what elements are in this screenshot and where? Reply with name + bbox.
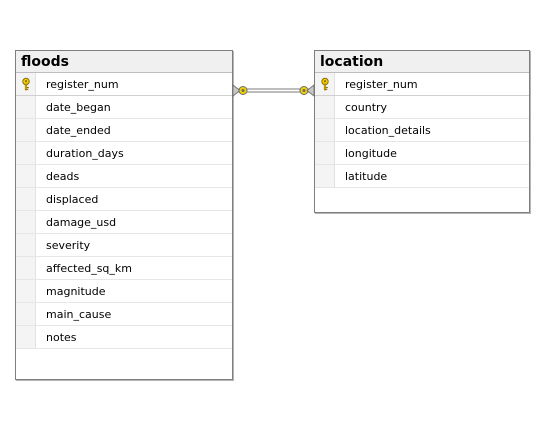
relationship-end-icon: [299, 84, 315, 97]
relationship-end-icon: [232, 84, 248, 97]
relationship-line[interactable]: [0, 0, 549, 439]
